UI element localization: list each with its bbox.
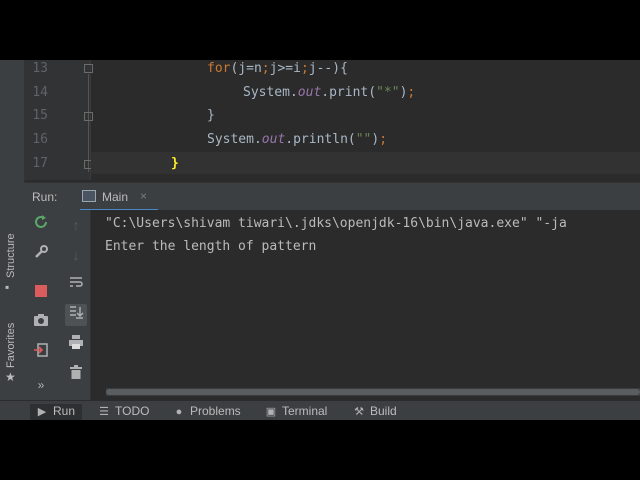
terminal-icon: ▣ [265, 406, 277, 418]
stop-icon [35, 285, 47, 297]
print-icon[interactable] [65, 334, 87, 356]
camera-icon [34, 314, 48, 326]
bottom-tab-label: TODO [115, 404, 150, 418]
console-line: "C:\Users\shivam tiwari\.jdks\openjdk-16… [105, 216, 567, 231]
structure-icon: ▪ [5, 280, 10, 294]
run-toolbar-primary: » [24, 210, 62, 400]
code-text: .print( [321, 85, 377, 100]
code-line-13: for(j=n;j>=i;j--){ [207, 61, 348, 76]
bottom-tab-label: Build [370, 404, 397, 418]
hammer-icon: ⚒ [354, 406, 364, 418]
line-number: 16 [32, 132, 48, 147]
thread-dump-button[interactable] [30, 312, 52, 334]
code-semicolon: ; [379, 132, 388, 147]
rerun-icon [35, 215, 47, 228]
code-text: (j=n [230, 61, 262, 76]
close-tab-icon[interactable]: × [140, 189, 147, 203]
line-number: 17 [32, 156, 48, 171]
wrap-glyph [70, 277, 83, 287]
console-icon [82, 190, 96, 202]
code-editor[interactable]: 13 14 15 16 17 for(j=n;j>=i;j--){ System… [24, 60, 640, 180]
bottom-tab-build[interactable]: ⚒ Build [353, 404, 397, 420]
code-semicolon: ; [407, 85, 416, 100]
structure-tool-tab[interactable]: Structure ▪ [2, 228, 22, 298]
code-text: .println( [285, 132, 356, 147]
favorites-tab-label: Favorites [5, 322, 17, 368]
edit-configuration-button[interactable] [30, 244, 52, 266]
code-semicolon: ; [261, 61, 270, 76]
bottom-tab-run[interactable]: ▶ Run [30, 404, 82, 420]
printer-glyph [69, 335, 83, 349]
bottom-tab-label: Terminal [282, 404, 328, 418]
line-number: 15 [32, 108, 48, 123]
list-icon: ☰ [99, 406, 109, 418]
console-line: Enter the length of pattern [105, 239, 317, 254]
exit-button[interactable] [30, 342, 52, 364]
run-panel-header: Run: Main × [24, 182, 640, 211]
code-text: System. [243, 85, 298, 100]
play-icon: ▶ [37, 406, 47, 418]
code-line-14: System.out.print("*"); [243, 85, 415, 100]
bottom-tab-label: Problems [190, 404, 241, 418]
up-arrow-icon[interactable]: ↑ [65, 214, 87, 236]
code-text: System. [207, 132, 262, 147]
code-text: j>=i [269, 61, 301, 76]
structure-tab-label: Structure [5, 233, 17, 278]
code-field: out [297, 85, 322, 100]
more-actions-chevron-icon[interactable]: » [30, 374, 52, 396]
console-horizontal-scrollbar[interactable] [106, 388, 640, 396]
code-string: "*" [376, 85, 400, 100]
stop-button[interactable] [30, 282, 52, 304]
soft-wrap-icon[interactable] [65, 274, 87, 296]
down-arrow-icon[interactable]: ↓ [65, 244, 87, 266]
code-semicolon: ; [300, 61, 309, 76]
run-toolbar-secondary: ↑ ↓ [62, 210, 91, 400]
code-field: out [261, 132, 286, 147]
fold-marker-icon[interactable] [84, 112, 93, 121]
trash-glyph [70, 365, 82, 379]
exit-icon [34, 343, 48, 357]
favorites-tool-tab[interactable]: Favorites ★ [2, 318, 22, 388]
bottom-tool-bar: ▶ Run ☰ TODO ● Problems ▣ Terminal ⚒ Build [0, 400, 640, 420]
side-tool-stripe: Structure ▪ Favorites ★ [0, 60, 25, 420]
scroll-end-glyph [70, 306, 84, 319]
line-number: 14 [32, 85, 48, 100]
fold-guide [88, 74, 89, 172]
line-number: 13 [32, 61, 48, 76]
scroll-to-end-icon[interactable] [65, 304, 87, 326]
bottom-tab-problems[interactable]: ● Problems [173, 404, 241, 420]
wrench-icon [35, 245, 48, 258]
bottom-tab-label: Run [53, 404, 76, 418]
info-icon: ● [175, 406, 183, 418]
fold-marker-icon[interactable] [84, 64, 93, 73]
run-panel-label: Run: [32, 190, 58, 204]
code-line-16: System.out.println(""); [207, 132, 387, 147]
run-tab-main[interactable]: Main × [80, 183, 158, 211]
bottom-tab-todo[interactable]: ☰ TODO [98, 404, 149, 420]
ide-window: Structure ▪ Favorites ★ 13 14 15 16 17 f… [0, 60, 640, 420]
console-output[interactable]: "C:\Users\shivam tiwari\.jdks\openjdk-16… [91, 210, 640, 386]
bottom-tab-terminal[interactable]: ▣ Terminal [265, 404, 328, 420]
code-string: "" [355, 132, 372, 147]
run-tab-label: Main [102, 190, 129, 204]
rerun-button[interactable] [30, 214, 52, 236]
star-icon: ★ [5, 370, 16, 384]
code-line-15: } [207, 108, 215, 123]
code-text: j--){ [308, 61, 348, 76]
scrollbar-thumb[interactable] [106, 389, 640, 395]
editor-gutter: 13 14 15 16 17 [24, 60, 93, 180]
code-line-17: } [171, 156, 179, 171]
code-keyword: for [207, 61, 231, 76]
trash-icon[interactable] [65, 364, 87, 386]
